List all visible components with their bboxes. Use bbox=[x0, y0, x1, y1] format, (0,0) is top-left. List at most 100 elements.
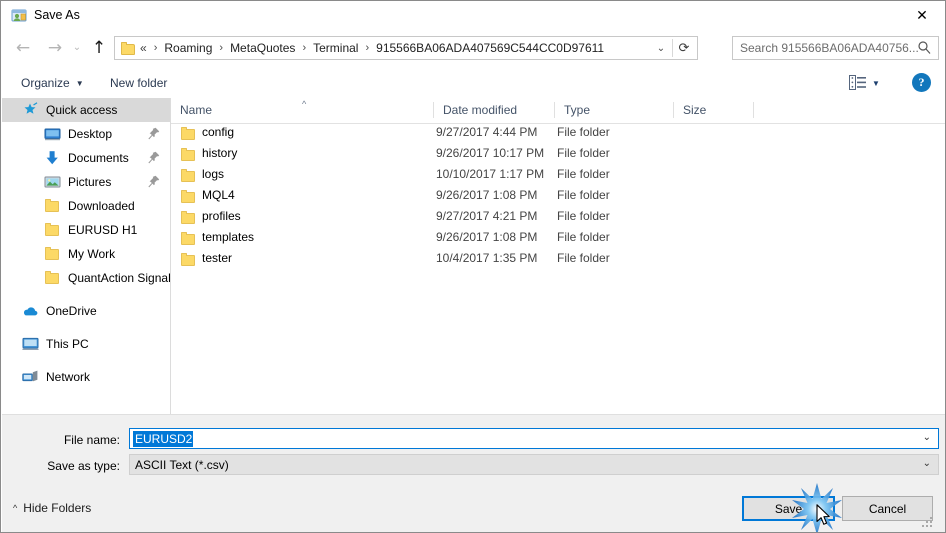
column-headers: Name ^ Date modified Type Size bbox=[171, 98, 945, 124]
refresh-button[interactable]: ⟳ bbox=[673, 37, 695, 59]
save-as-type-label: Save as type: bbox=[47, 459, 120, 473]
file-type: File folder bbox=[557, 188, 610, 202]
sidebar-item-this-pc[interactable]: This PC bbox=[2, 332, 170, 356]
help-label: ? bbox=[918, 75, 925, 89]
file-name: templates bbox=[202, 230, 255, 244]
table-row[interactable]: profiles 9/27/2017 4:21 PM File folder bbox=[171, 207, 945, 228]
save-form: File name: EURUSD2 ⌄ Save as type: ASCII… bbox=[2, 414, 945, 483]
view-mode-icon[interactable] bbox=[849, 75, 866, 90]
sidebar-item-my-work[interactable]: My Work bbox=[2, 242, 170, 266]
onedrive-cloud-icon bbox=[22, 303, 39, 319]
this-pc-icon bbox=[22, 336, 39, 352]
chevron-up-icon: ^ bbox=[13, 503, 18, 513]
command-bar: Organize ▼ New folder ▼ ? bbox=[1, 67, 945, 98]
sidebar-item-pictures[interactable]: Pictures bbox=[2, 170, 170, 194]
pictures-icon bbox=[44, 174, 61, 190]
breadcrumb-terminal[interactable]: Terminal bbox=[311, 40, 360, 56]
new-folder-button[interactable]: New folder bbox=[104, 73, 173, 93]
up-one-level-button[interactable]: ↑ bbox=[85, 34, 113, 62]
file-name: MQL4 bbox=[202, 188, 235, 202]
arrow-left-icon: ← bbox=[15, 37, 31, 58]
chevron-down-icon[interactable]: ⌄ bbox=[923, 458, 931, 469]
pin-icon[interactable] bbox=[148, 127, 160, 140]
sidebar-item-label: Downloaded bbox=[68, 199, 135, 213]
sidebar-item-label: QuantAction Signal bbox=[68, 271, 170, 285]
arrow-right-icon: → bbox=[47, 37, 63, 58]
close-button[interactable]: ✕ bbox=[899, 1, 945, 31]
view-mode-caret-icon[interactable]: ▼ bbox=[872, 79, 880, 88]
table-row[interactable]: config 9/27/2017 4:44 PM File folder bbox=[171, 123, 945, 144]
file-date-modified: 9/26/2017 10:17 PM bbox=[436, 146, 545, 160]
star-pin-icon bbox=[22, 102, 39, 118]
sidebar-item-label: Network bbox=[46, 370, 91, 384]
sidebar-item-documents[interactable]: Documents bbox=[2, 146, 170, 170]
column-header-name[interactable]: Name ^ bbox=[171, 98, 433, 122]
recent-locations-button[interactable]: ⌄ bbox=[67, 34, 87, 62]
sidebar-item-label: Desktop bbox=[68, 127, 113, 141]
help-icon[interactable]: ? bbox=[912, 73, 931, 92]
refresh-icon: ⟳ bbox=[678, 40, 690, 56]
folder-icon bbox=[44, 222, 61, 238]
breadcrumb-overflow[interactable]: « bbox=[136, 41, 149, 55]
resize-grip-icon[interactable] bbox=[922, 517, 933, 528]
arrow-up-icon: ↑ bbox=[91, 37, 107, 58]
file-type: File folder bbox=[557, 209, 610, 223]
pin-icon[interactable] bbox=[148, 151, 160, 164]
cancel-button[interactable]: Cancel bbox=[842, 496, 933, 521]
chevron-down-icon: ⌄ bbox=[656, 42, 666, 54]
folder-icon bbox=[44, 246, 61, 262]
file-type: File folder bbox=[557, 251, 610, 265]
breadcrumb-separator: › bbox=[365, 42, 370, 54]
breadcrumb-terminal-id[interactable]: 915566BA06ADA407569C544CC0D97611 bbox=[374, 40, 606, 56]
table-row[interactable]: tester 10/4/2017 1:35 PM File folder bbox=[171, 249, 945, 270]
chevron-down-icon[interactable]: ⌄ bbox=[923, 432, 931, 443]
folder-icon bbox=[180, 147, 196, 162]
breadcrumb-metaquotes[interactable]: MetaQuotes bbox=[228, 40, 297, 56]
folder-icon bbox=[180, 252, 196, 267]
sidebar-item-label: This PC bbox=[46, 337, 89, 351]
column-header-label: Name bbox=[180, 103, 213, 117]
search-input[interactable]: Search 915566BA06ADA40756... bbox=[740, 41, 919, 55]
column-header-date-modified[interactable]: Date modified bbox=[434, 98, 554, 122]
column-header-type[interactable]: Type bbox=[555, 98, 673, 122]
column-divider[interactable] bbox=[753, 102, 754, 118]
folder-icon bbox=[180, 189, 196, 204]
table-row[interactable]: history 9/26/2017 10:17 PM File folder bbox=[171, 144, 945, 165]
save-button-label: Save bbox=[774, 501, 803, 516]
breadcrumb-roaming[interactable]: Roaming bbox=[162, 40, 214, 56]
table-row[interactable]: MQL4 9/26/2017 1:08 PM File folder bbox=[171, 186, 945, 207]
table-row[interactable]: templates 9/26/2017 1:08 PM File folder bbox=[171, 228, 945, 249]
column-header-size[interactable]: Size bbox=[674, 98, 753, 122]
save-button[interactable]: Save bbox=[742, 496, 835, 521]
search-box[interactable]: Search 915566BA06ADA40756... bbox=[732, 36, 939, 60]
file-date-modified: 9/27/2017 4:44 PM bbox=[436, 125, 538, 139]
back-button[interactable]: ← bbox=[9, 34, 37, 62]
table-row[interactable]: logs 10/10/2017 1:17 PM File folder bbox=[171, 165, 945, 186]
close-icon: ✕ bbox=[916, 8, 928, 24]
folder-icon bbox=[121, 41, 136, 55]
navigation-bar: ← → ⌄ ↑ « › Roaming › MetaQuotes › Termi… bbox=[1, 31, 945, 67]
save-as-type-select[interactable]: ASCII Text (*.csv) ⌄ bbox=[129, 454, 939, 475]
sidebar-item-eurusd-h1[interactable]: EURUSD H1 bbox=[2, 218, 170, 242]
save-as-type-value: ASCII Text (*.csv) bbox=[135, 457, 229, 472]
save-as-dialog: Save As ✕ ← → ⌄ ↑ « › Roaming › MetaQuot… bbox=[0, 0, 946, 533]
file-name-input[interactable]: EURUSD2 ⌄ bbox=[129, 428, 939, 449]
organize-button[interactable]: Organize ▼ bbox=[15, 73, 90, 93]
forward-button[interactable]: → bbox=[41, 34, 69, 62]
pin-icon[interactable] bbox=[148, 175, 160, 188]
address-bar[interactable]: « › Roaming › MetaQuotes › Terminal › 91… bbox=[114, 36, 698, 60]
sidebar-item-desktop[interactable]: Desktop bbox=[2, 122, 170, 146]
sidebar-item-network[interactable]: Network bbox=[2, 365, 170, 389]
hide-folders-button[interactable]: ^ Hide Folders bbox=[13, 501, 91, 515]
sidebar-item-quick-access[interactable]: Quick access bbox=[2, 98, 170, 122]
sidebar-item-quantaction-signal[interactable]: QuantAction Signal bbox=[2, 266, 170, 290]
sidebar-item-label: Quick access bbox=[46, 103, 118, 117]
cancel-button-label: Cancel bbox=[868, 501, 907, 516]
address-dropdown-button[interactable]: ⌄ bbox=[651, 37, 671, 59]
file-date-modified: 9/26/2017 1:08 PM bbox=[436, 230, 538, 244]
file-type: File folder bbox=[557, 167, 610, 181]
sidebar-item-downloaded[interactable]: Downloaded bbox=[2, 194, 170, 218]
hide-folders-label: Hide Folders bbox=[23, 501, 92, 515]
sidebar-item-onedrive[interactable]: OneDrive bbox=[2, 299, 170, 323]
